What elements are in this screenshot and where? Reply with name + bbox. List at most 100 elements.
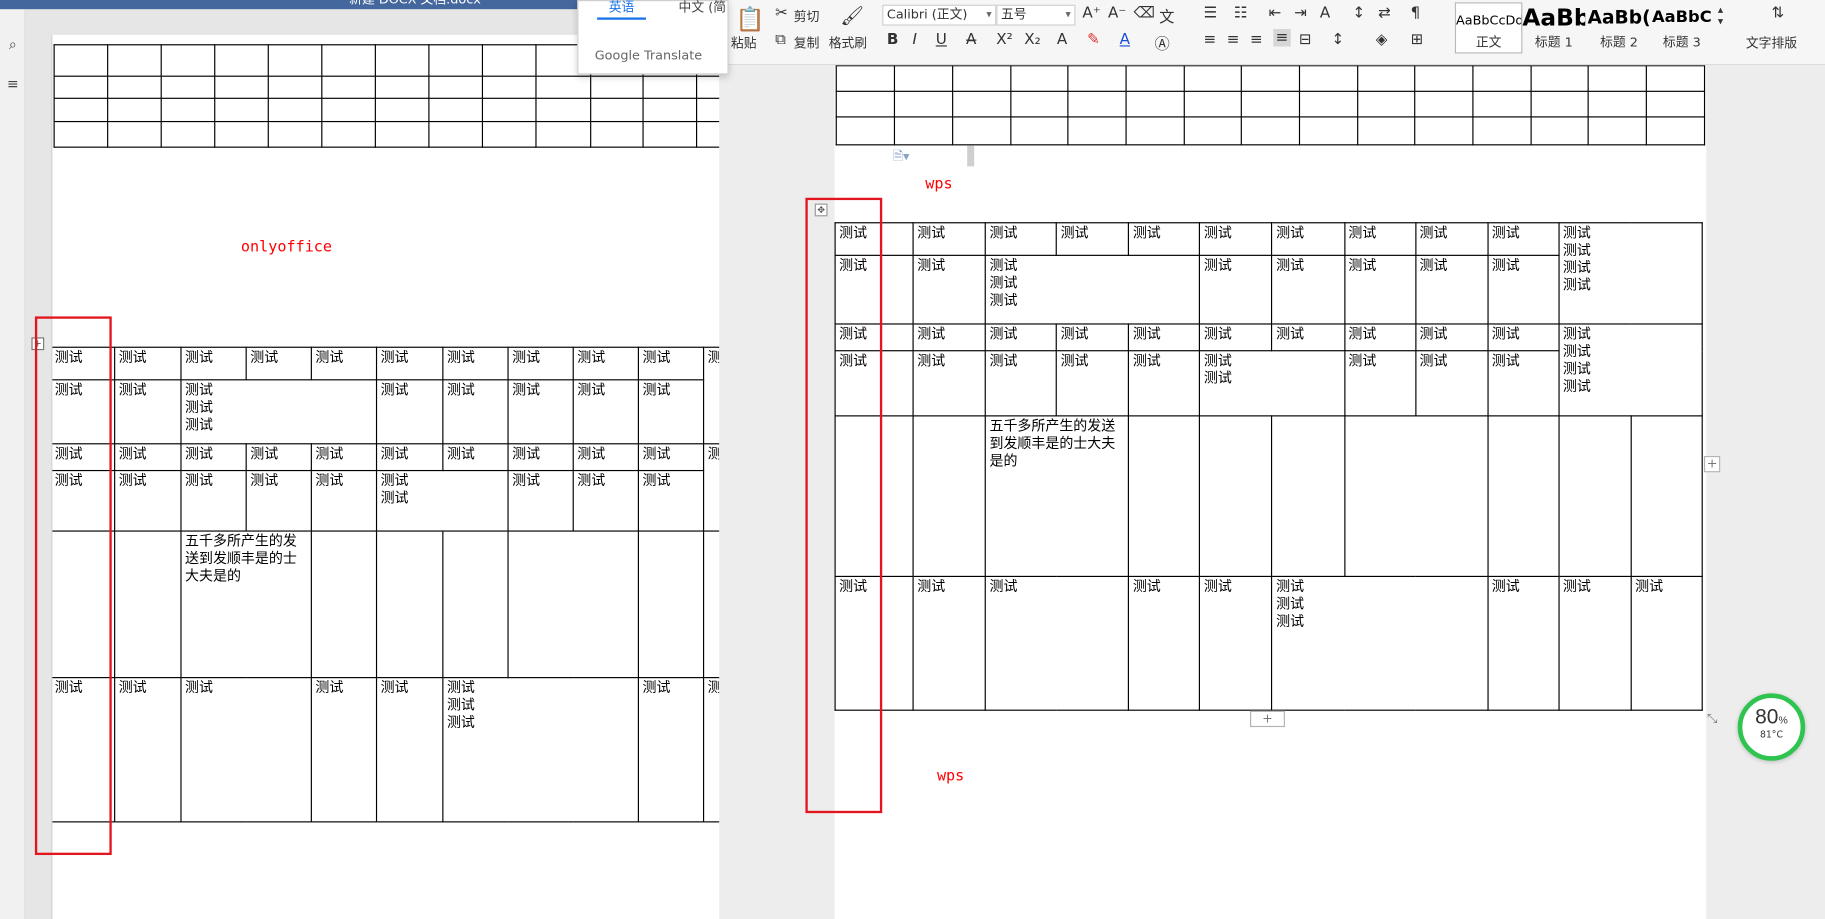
table-cell[interactable] [834, 415, 914, 577]
table-cell[interactable]: 测试 [912, 323, 987, 352]
table-cell[interactable]: 测试 [52, 677, 116, 823]
table-cell[interactable] [702, 530, 720, 679]
table-cell[interactable] [637, 530, 705, 679]
increase-indent-icon[interactable]: ⇥ [1294, 5, 1307, 22]
right-main-table[interactable]: 测试 测试 测试 测试 测试 测试 测试 测试 测试 测试 测试 测试 测试 测… [834, 222, 1703, 711]
table-cell[interactable]: 测试 [1055, 323, 1130, 352]
show-marks-icon[interactable]: ¶ [1411, 5, 1421, 22]
table-cell[interactable]: 测试 [984, 323, 1058, 352]
table-cell[interactable] [1487, 415, 1560, 577]
table-cell[interactable]: 测试 [1414, 222, 1489, 256]
paste-button[interactable]: 粘贴 [731, 34, 757, 53]
table-cell[interactable]: 测试 [1343, 350, 1417, 417]
table-cell[interactable]: 测试 [834, 222, 914, 256]
highlight-icon[interactable]: ✎ [1087, 31, 1100, 48]
table-cell[interactable]: 测试 [114, 469, 182, 532]
table-cell[interactable]: 测 [702, 443, 720, 532]
table-cell[interactable] [1128, 415, 1201, 577]
table-cell[interactable]: 测试 [180, 346, 247, 381]
table-cell[interactable]: 测试 [637, 469, 705, 532]
table-cell[interactable]: 测试 [375, 677, 444, 823]
table-cell[interactable]: 测试 [52, 379, 116, 445]
paste-options-icon[interactable]: 🗎▾ [893, 147, 910, 169]
left-document-page[interactable]: onlyoffice 测试 测试 测试 测试 测试 测试 测试 测试 测试 测试… [51, 34, 720, 919]
table-cell[interactable]: 测试 [912, 254, 987, 325]
grow-font-icon[interactable]: A⁺ [1082, 5, 1100, 22]
text-effect-icon[interactable]: A [1057, 31, 1067, 48]
borders-icon[interactable]: ⊞ [1411, 31, 1424, 48]
table-cell[interactable] [1630, 415, 1703, 577]
table-cell[interactable] [442, 530, 509, 679]
table-cell[interactable] [114, 530, 182, 679]
right-table-move-handle-icon[interactable]: ✥ [814, 203, 828, 217]
justify-icon[interactable]: ≡ [1273, 29, 1291, 47]
align-center-icon[interactable]: ≡ [1227, 31, 1240, 48]
table-cell[interactable]: 测试 [984, 350, 1058, 417]
table-cell[interactable]: 测试 测试 测试 测试 [1558, 323, 1703, 417]
table-cell[interactable]: 测试 [375, 443, 444, 472]
table-cell[interactable]: 测试 [834, 323, 914, 352]
align-left-icon[interactable]: ≡ [1203, 31, 1216, 48]
table-cell[interactable]: 测试 [1199, 323, 1273, 352]
table-cell[interactable]: 测试 [507, 469, 574, 532]
table-cell[interactable]: 测试 [834, 350, 914, 417]
sort-icon[interactable]: ↕ [1352, 5, 1365, 22]
table-cell[interactable]: 测试 [1343, 323, 1417, 352]
table-cell[interactable]: 测试 [572, 469, 639, 532]
font-size-select[interactable]: 五号 [996, 4, 1076, 26]
table-cell[interactable]: 测试 [375, 346, 444, 381]
table-cell[interactable]: 测试 [1271, 222, 1345, 256]
bullet-list-icon[interactable]: ☰ [1203, 5, 1217, 22]
table-cell-long-text[interactable]: 五千多所产生的发送到发顺丰是的士大夫是的 [180, 530, 312, 679]
table-cell[interactable]: 测试 [1558, 575, 1632, 711]
table-cell[interactable] [507, 530, 639, 679]
cut-icon[interactable]: ✂ [775, 5, 788, 22]
table-cell[interactable]: 测试 [1128, 323, 1201, 352]
style-normal[interactable]: AaBbCcDd 正文 [1454, 2, 1523, 54]
table-cell[interactable]: 测试 [637, 379, 705, 445]
table-cell[interactable]: 测 [702, 677, 720, 823]
table-cell[interactable]: 测试 [1487, 323, 1560, 352]
styles-scroll-icon[interactable]: ▴ ▾ [1718, 5, 1723, 28]
table-cell[interactable]: 测试 [912, 575, 987, 711]
table-cell[interactable]: 测试 [637, 443, 705, 472]
text-layout-icon[interactable]: ⇅ [1771, 5, 1784, 22]
style-heading-3[interactable]: AaBbC 标题 3 [1650, 2, 1713, 53]
table-cell[interactable]: 测试 [1487, 254, 1560, 325]
decrease-indent-icon[interactable]: ⇤ [1269, 5, 1282, 22]
table-cell[interactable]: 测试 [114, 443, 182, 472]
table-cell[interactable]: 测试 [245, 443, 312, 472]
table-cell[interactable]: 测试 [442, 346, 509, 381]
table-cell[interactable]: 测试 [984, 222, 1058, 256]
table-cell[interactable]: 测试 [1487, 575, 1560, 711]
table-cell[interactable]: 测试 [114, 346, 182, 381]
table-cell[interactable]: 测试 [1128, 222, 1201, 256]
table-cell[interactable] [912, 415, 987, 577]
table-cell[interactable]: 测试 测试 [1199, 350, 1345, 417]
table-cell[interactable]: 测试 [984, 575, 1130, 711]
style-heading-2[interactable]: AaBb( 标题 2 [1588, 2, 1651, 53]
table-cell[interactable]: 测试 [572, 346, 639, 381]
table-cell[interactable] [375, 530, 444, 679]
table-cell[interactable]: 测试 测试 测试 [442, 677, 639, 823]
add-column-plus-icon[interactable]: + [1703, 456, 1721, 473]
table-cell[interactable]: 测试 测试 测试 [984, 254, 1201, 325]
table-cell[interactable] [52, 530, 116, 679]
table-cell[interactable]: 测 [702, 346, 720, 445]
text-layout-button[interactable]: 文字排版 [1746, 34, 1797, 53]
translate-tab-english[interactable]: 英语 [597, 1, 646, 20]
subscript-icon[interactable]: X₂ [1024, 31, 1040, 48]
add-row-plus-icon[interactable]: + [1250, 710, 1285, 728]
table-cell[interactable]: 测试 [572, 379, 639, 445]
table-cell[interactable]: 测试 [1343, 222, 1417, 256]
table-cell[interactable]: 测试 [1630, 575, 1703, 711]
table-cell[interactable]: 测试 [912, 222, 987, 256]
table-cell[interactable]: 测试 [1055, 350, 1130, 417]
table-cell[interactable]: 测试 [180, 443, 247, 472]
table-cell[interactable]: 测试 [1487, 350, 1560, 417]
style-heading-1[interactable]: AaBb 标题 1 [1522, 2, 1585, 53]
table-cell[interactable]: 测试 测试 [375, 469, 509, 532]
table-cell[interactable]: 测试 [834, 575, 914, 711]
table-cell[interactable]: 测试 [180, 469, 247, 532]
shrink-font-icon[interactable]: A⁻ [1108, 5, 1126, 22]
